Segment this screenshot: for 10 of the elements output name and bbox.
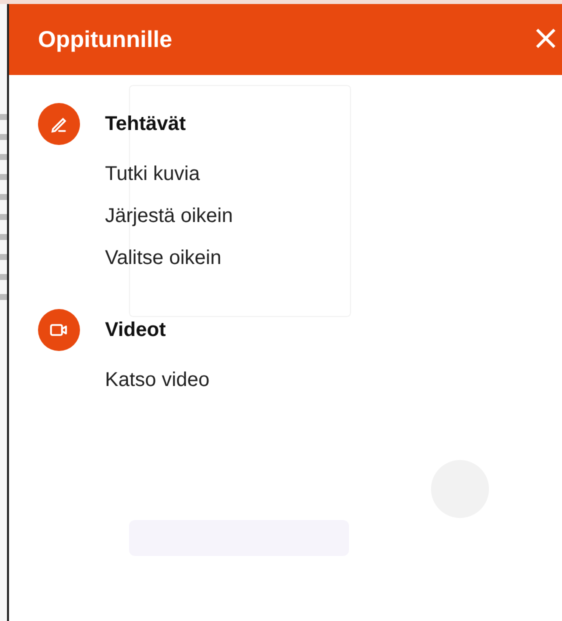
video-camera-icon [38,309,80,351]
group-heading: Tehtävät [105,112,186,136]
menu-link[interactable]: Järjestä oikein [105,195,233,237]
menu-link[interactable]: Valitse oikein [105,237,222,279]
panel-title: Oppitunnille [38,26,172,53]
group-heading: Videot [105,318,166,342]
menu-link[interactable]: Tutki kuvia [105,153,200,195]
menu-link[interactable]: Katso video [105,359,210,401]
close-button[interactable]: × [532,20,562,58]
pencil-icon [38,103,80,145]
